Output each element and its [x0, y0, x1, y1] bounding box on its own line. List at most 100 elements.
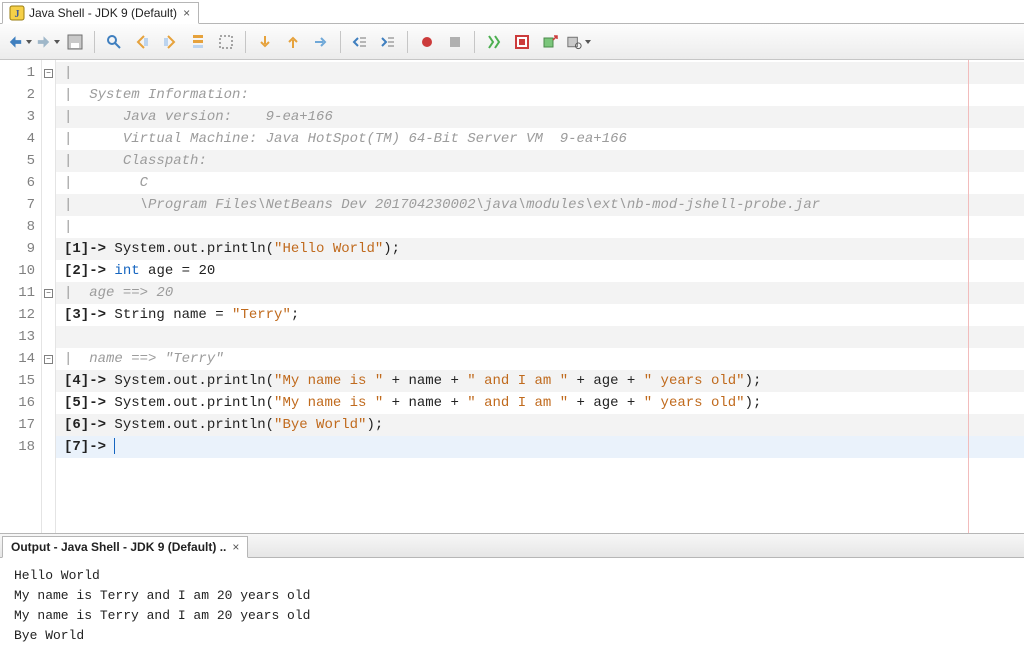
code-line[interactable]: [1]-> System.out.println("Hello World"); — [56, 238, 1024, 260]
fold-cell: − — [42, 348, 55, 370]
bookmarks-button[interactable] — [185, 29, 211, 55]
outdent-button[interactable] — [347, 29, 373, 55]
line-number: 10 — [0, 260, 41, 282]
run-button[interactable] — [481, 29, 507, 55]
line-number: 18 — [0, 436, 41, 458]
fold-cell — [42, 370, 55, 392]
nav-back-button[interactable] — [129, 29, 155, 55]
fold-cell: − — [42, 62, 55, 84]
code-line[interactable]: | Virtual Machine: Java HotSpot(TM) 64-B… — [56, 128, 1024, 150]
fold-cell — [42, 304, 55, 326]
fold-gutter: − − − — [42, 60, 56, 533]
history-next-button[interactable] — [34, 29, 60, 55]
line-number: 1 — [0, 62, 41, 84]
jshell-icon: J — [9, 5, 25, 21]
code-line[interactable]: | Java version: 9-ea+166 — [56, 106, 1024, 128]
toolbar-separator — [407, 31, 408, 53]
fold-cell — [42, 238, 55, 260]
stop-macro-button[interactable] — [442, 29, 468, 55]
toolbar-separator — [245, 31, 246, 53]
code-line[interactable]: | — [56, 62, 1024, 84]
close-icon[interactable]: × — [181, 6, 192, 20]
line-number: 2 — [0, 84, 41, 106]
fold-cell — [42, 392, 55, 414]
toolbar-separator — [340, 31, 341, 53]
shift-down-button[interactable] — [252, 29, 278, 55]
rectangular-select-button[interactable] — [213, 29, 239, 55]
line-number: 13 — [0, 326, 41, 348]
line-number: 8 — [0, 216, 41, 238]
line-number: 16 — [0, 392, 41, 414]
fold-toggle-icon[interactable]: − — [44, 355, 53, 364]
output-tab-label: Output - Java Shell - JDK 9 (Default) .. — [11, 540, 226, 554]
code-line[interactable]: [4]-> System.out.println("My name is " +… — [56, 370, 1024, 392]
record-macro-button[interactable] — [414, 29, 440, 55]
attach-button[interactable] — [537, 29, 563, 55]
svg-text:J: J — [15, 9, 20, 20]
fold-cell — [42, 172, 55, 194]
search-button[interactable] — [101, 29, 127, 55]
code-line[interactable]: | \Program Files\NetBeans Dev 2017042300… — [56, 194, 1024, 216]
output-line: Hello World — [14, 566, 1010, 586]
print-margin — [968, 60, 969, 533]
editor-toolbar — [0, 24, 1024, 60]
fold-toggle-icon[interactable]: − — [44, 69, 53, 78]
line-number: 17 — [0, 414, 41, 436]
line-number-gutter: 123456789101112131415161718 — [0, 60, 42, 533]
fold-cell — [42, 216, 55, 238]
toolbar-separator — [94, 31, 95, 53]
line-number: 15 — [0, 370, 41, 392]
editor-tab-label: Java Shell - JDK 9 (Default) — [29, 6, 177, 20]
output-line: My name is Terry and I am 20 years old — [14, 606, 1010, 626]
fold-cell — [42, 436, 55, 458]
toolbar-separator — [474, 31, 475, 53]
editor-tab[interactable]: J Java Shell - JDK 9 (Default) × — [2, 2, 199, 24]
code-line[interactable]: | Classpath: — [56, 150, 1024, 172]
line-number: 11 — [0, 282, 41, 304]
fold-cell — [42, 414, 55, 436]
code-line[interactable] — [56, 326, 1024, 348]
history-prev-button[interactable] — [6, 29, 32, 55]
line-number: 14 — [0, 348, 41, 370]
code-line[interactable]: [5]-> System.out.println("My name is " +… — [56, 392, 1024, 414]
fold-cell: − — [42, 282, 55, 304]
fold-toggle-icon[interactable]: − — [44, 289, 53, 298]
fold-cell — [42, 260, 55, 282]
output-line: My name is Terry and I am 20 years old — [14, 586, 1010, 606]
code-line[interactable]: | — [56, 216, 1024, 238]
code-line[interactable]: [7]-> — [56, 436, 1024, 458]
code-line[interactable]: [2]-> int age = 20 — [56, 260, 1024, 282]
output-body[interactable]: Hello WorldMy name is Terry and I am 20 … — [0, 558, 1024, 660]
line-number: 3 — [0, 106, 41, 128]
editor-tabbar: J Java Shell - JDK 9 (Default) × — [0, 0, 1024, 24]
line-number: 6 — [0, 172, 41, 194]
fold-cell — [42, 84, 55, 106]
close-icon[interactable]: × — [232, 540, 239, 554]
shift-right-button[interactable] — [308, 29, 334, 55]
line-number: 12 — [0, 304, 41, 326]
shift-up-button[interactable] — [280, 29, 306, 55]
code-line[interactable]: | age ==> 20 — [56, 282, 1024, 304]
nav-forward-button[interactable] — [157, 29, 183, 55]
code-editor[interactable]: 123456789101112131415161718 −−− || Syste… — [0, 60, 1024, 534]
line-number: 5 — [0, 150, 41, 172]
output-line: Bye World — [14, 626, 1010, 646]
inspect-button[interactable] — [565, 29, 591, 55]
output-tab[interactable]: Output - Java Shell - JDK 9 (Default) ..… — [2, 536, 248, 558]
code-area[interactable]: || System Information:| Java version: 9-… — [56, 60, 1024, 533]
line-number: 9 — [0, 238, 41, 260]
code-line[interactable]: [3]-> String name = "Terry"; — [56, 304, 1024, 326]
line-number: 4 — [0, 128, 41, 150]
code-line[interactable]: | C — [56, 172, 1024, 194]
fold-cell — [42, 326, 55, 348]
code-line[interactable]: [6]-> System.out.println("Bye World"); — [56, 414, 1024, 436]
line-number: 7 — [0, 194, 41, 216]
fold-cell — [42, 128, 55, 150]
indent-button[interactable] — [375, 29, 401, 55]
fold-cell — [42, 194, 55, 216]
fold-cell — [42, 106, 55, 128]
code-line[interactable]: | name ==> "Terry" — [56, 348, 1024, 370]
stop-run-button[interactable] — [509, 29, 535, 55]
code-line[interactable]: | System Information: — [56, 84, 1024, 106]
save-button[interactable] — [62, 29, 88, 55]
